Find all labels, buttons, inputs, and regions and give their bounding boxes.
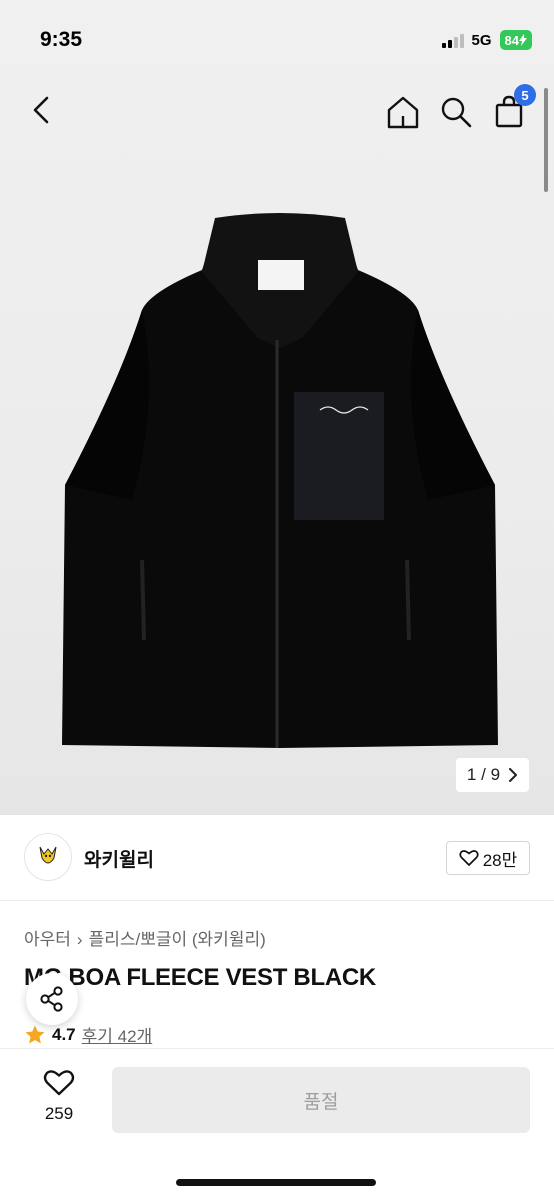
store-like-button[interactable]: 28만 [446, 841, 530, 875]
bottom-action-bar: 259 품절 [0, 1048, 554, 1200]
breadcrumb: 아우터 › 플리스/뽀글이 (와키윌리) [24, 925, 266, 950]
store-row[interactable]: 와키윌리 28만 [0, 815, 554, 901]
wish-button[interactable]: 259 [26, 1069, 92, 1124]
search-icon [441, 97, 472, 128]
store-name[interactable]: 와키윌리 [84, 845, 154, 872]
chevron-right-icon [509, 768, 518, 782]
share-button[interactable] [26, 973, 78, 1025]
heart-icon [43, 1070, 75, 1096]
pager-current: 1 [466, 765, 477, 784]
charging-icon [519, 34, 527, 46]
signal-icon [441, 32, 464, 48]
network-type: 5G [471, 31, 492, 49]
store-like-count: 28만 [482, 850, 518, 870]
breadcrumb-separator-icon: › [76, 930, 83, 949]
status-bar: 9:35 5G 84 [0, 0, 554, 80]
pager-text: 1 / 9 [467, 765, 500, 785]
share-icon [40, 986, 63, 1012]
pager-total: 9 [490, 765, 501, 784]
star-icon [25, 1025, 45, 1043]
top-nav: 5 [0, 80, 554, 144]
product-rating: 4.7 후기 42개 [24, 1022, 152, 1047]
product-gallery[interactable]: 5 1 / 9 [0, 0, 554, 815]
home-icon [387, 96, 419, 129]
search-button[interactable] [438, 94, 474, 130]
store-logo[interactable] [24, 833, 72, 881]
battery-level: 84 [504, 32, 519, 48]
home-button[interactable] [385, 94, 421, 130]
buy-button[interactable]: 품절 [112, 1067, 530, 1133]
back-button[interactable] [26, 94, 58, 126]
home-indicator[interactable] [176, 1179, 376, 1186]
scroll-indicator [544, 88, 548, 192]
review-count-link[interactable]: 후기 42개 [82, 1022, 153, 1047]
pager-separator: / [481, 765, 486, 784]
cart-button[interactable]: 5 [492, 84, 536, 130]
wish-count: 259 [44, 1104, 74, 1123]
breadcrumb-item[interactable]: 아우터 [24, 930, 71, 949]
gallery-pager[interactable]: 1 / 9 [456, 758, 529, 792]
rating-value: 4.7 [52, 1024, 76, 1044]
chevron-left-icon [33, 96, 49, 124]
status-time: 9:35 [40, 28, 83, 51]
battery-icon: 84 [499, 30, 532, 50]
store-logo-icon [39, 846, 57, 864]
breadcrumb-item[interactable]: 플리스/뽀글이 (와키윌리) [89, 930, 266, 949]
cart-count-badge: 5 [514, 84, 536, 106]
product-image [62, 213, 498, 748]
product-title: MG BOA FLEECE VEST BLACK [24, 964, 376, 991]
status-indicators: 5G 84 [441, 30, 532, 50]
heart-icon [459, 850, 479, 866]
